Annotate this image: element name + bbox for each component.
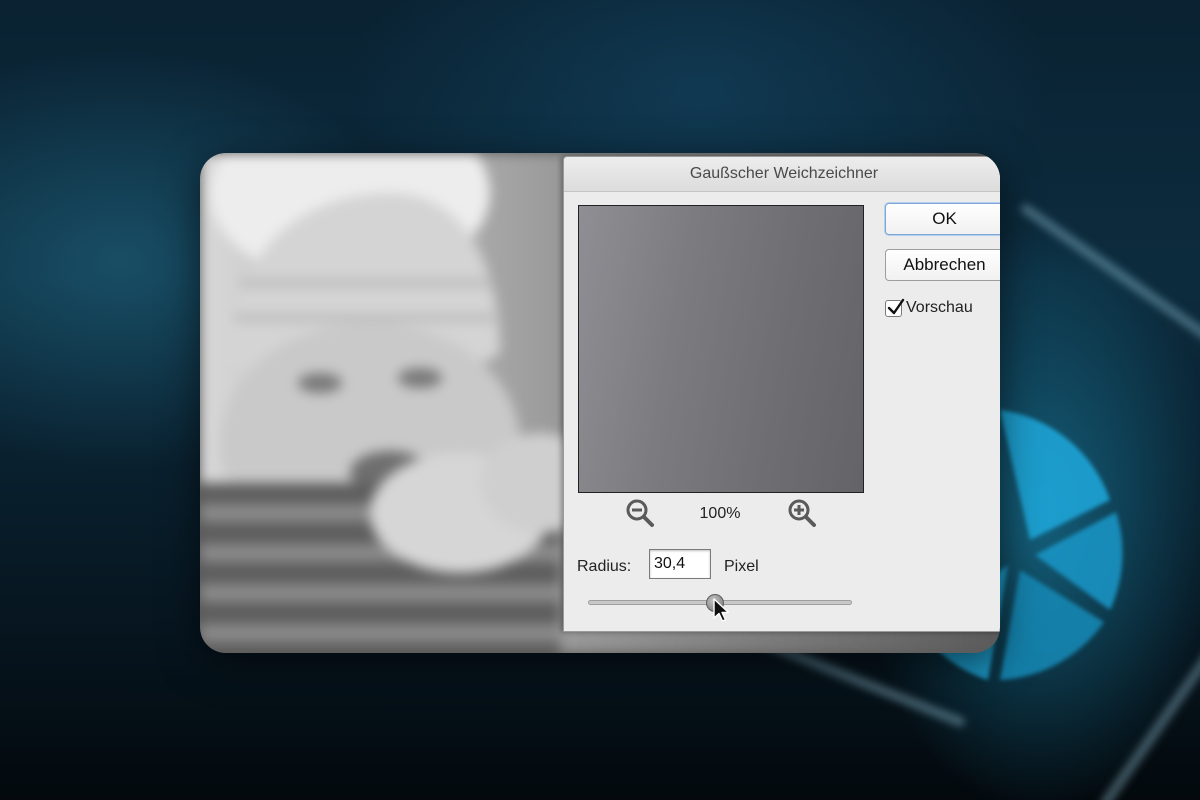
dialog-title: Gaußscher Weichzeichner [564, 157, 1000, 192]
cancel-button[interactable]: Abbrechen [885, 249, 1000, 281]
gaussian-blur-dialog: Gaußscher Weichzeichner 100% Radius: Pix… [563, 156, 1000, 632]
zoom-level: 100% [699, 505, 741, 522]
radius-label: Radius: [577, 558, 632, 575]
preview-checkbox-row[interactable]: Vorschau [885, 297, 973, 319]
zoom-in-icon[interactable] [786, 497, 818, 529]
zoom-out-icon[interactable] [624, 497, 656, 529]
screen-recording-frame: Gaußscher Weichzeichner 100% Radius: Pix… [200, 153, 1000, 653]
preview-label: Vorschau [906, 299, 973, 316]
radius-slider-knob[interactable] [705, 594, 724, 612]
radius-input[interactable] [649, 549, 711, 579]
preview-checkbox[interactable] [885, 298, 905, 317]
ok-button[interactable]: OK [885, 203, 1000, 235]
radius-unit: Pixel [724, 558, 759, 575]
checkmark-icon [887, 298, 905, 314]
light-streak [1018, 202, 1200, 348]
filter-preview[interactable] [578, 205, 864, 493]
